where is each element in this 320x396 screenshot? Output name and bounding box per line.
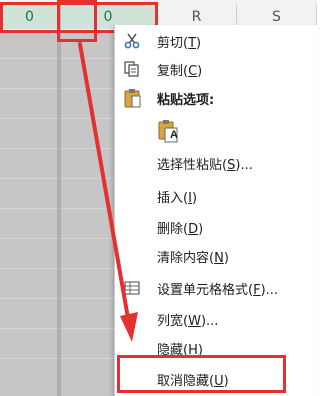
annotation-arrow-icon (78, 42, 138, 342)
